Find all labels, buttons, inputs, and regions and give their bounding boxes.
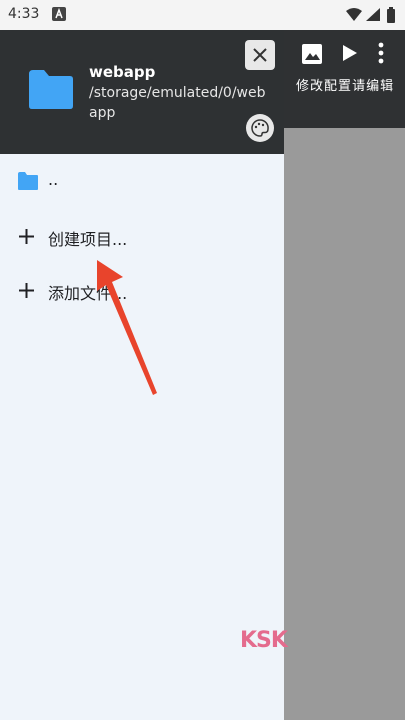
menu-char: 配 (324, 79, 339, 94)
list-item-parent-folder[interactable]: .. (0, 156, 284, 206)
menu-char: 辑 (380, 79, 395, 94)
menu-char: 置 (338, 79, 353, 94)
status-time: 4:33 (8, 6, 40, 22)
play-icon (343, 45, 357, 61)
status-bar: 4:33 (0, 0, 405, 30)
close-icon (253, 48, 267, 62)
palette-icon (251, 119, 269, 137)
drawer-header: webapp /storage/emulated/0/webapp (0, 30, 284, 154)
theme-palette-button[interactable] (246, 114, 274, 142)
folder-icon (18, 172, 38, 190)
menu-char: 编 (366, 79, 381, 94)
background-editor: 修改配置请编辑 (284, 30, 405, 720)
wifi-icon (346, 8, 362, 21)
app-notification-icon (52, 7, 66, 21)
list-item-label: 创建项目... (48, 230, 128, 249)
image-icon (302, 44, 322, 64)
background-toolbar: 修改配置请编辑 (284, 30, 405, 128)
close-button[interactable] (245, 40, 275, 70)
project-title: webapp (89, 63, 156, 81)
menu-char: 修 (296, 79, 311, 94)
list-item-label: .. (48, 170, 59, 189)
plus-icon (19, 283, 34, 298)
plus-icon (19, 229, 34, 244)
menu-char: 改 (310, 79, 325, 94)
battery-icon (387, 7, 395, 23)
watermark-logo: KSK (240, 628, 288, 653)
signal-icon (366, 8, 380, 21)
more-vert-icon (378, 42, 384, 64)
folder-icon (29, 70, 73, 109)
annotation-arrow (97, 260, 157, 395)
project-path: /storage/emulated/0/webapp (89, 85, 266, 121)
background-menu-row: 修改配置请编辑 (296, 75, 394, 94)
menu-char: 请 (352, 79, 367, 94)
